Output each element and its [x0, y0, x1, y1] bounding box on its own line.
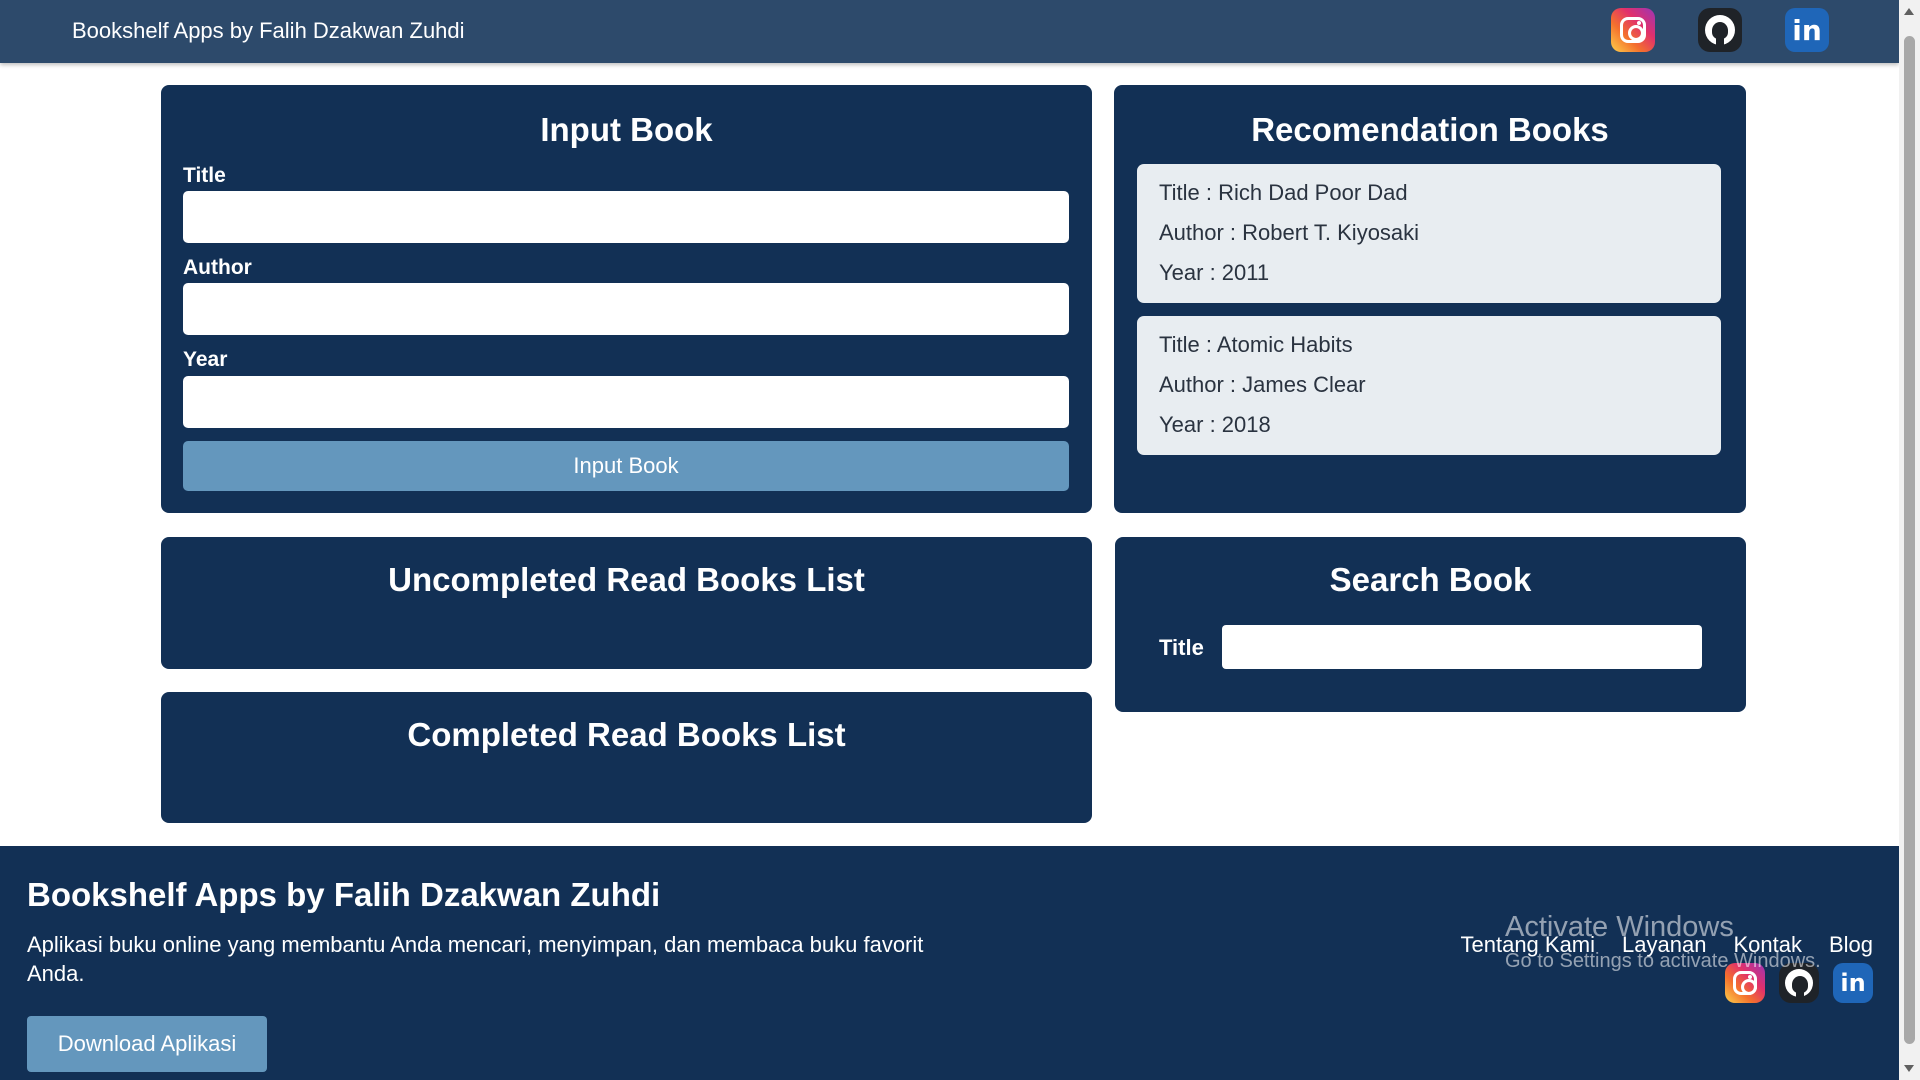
footer-description: Aplikasi buku online yang membantu Anda … — [27, 932, 924, 986]
instagram-icon[interactable] — [1725, 963, 1765, 1003]
footer-links: Tentang Kami Layanan Kontak Blog — [1461, 932, 1874, 958]
navbar-social-links: in — [1611, 8, 1829, 52]
linkedin-icon[interactable]: in — [1833, 963, 1873, 1003]
page: Bookshelf Apps by Falih Dzakwan Zuhdi in… — [0, 0, 1899, 1080]
book-title: Title : Rich Dad Poor Dad — [1159, 180, 1408, 205]
footer-link-layanan[interactable]: Layanan — [1622, 932, 1706, 958]
search-heading: Search Book — [1329, 561, 1532, 598]
input-book-heading: Input Book — [540, 111, 713, 148]
completed-heading: Completed Read Books List — [407, 716, 846, 753]
recommendation-heading: Recomendation Books — [1251, 111, 1609, 148]
footer: Bookshelf Apps by Falih Dzakwan Zuhdi Ap… — [0, 846, 1899, 1080]
search-title-label: Title — [1159, 635, 1204, 660]
search-panel: Search Book Title — [1115, 537, 1746, 712]
title-input[interactable] — [183, 191, 1069, 243]
book-title: Title : Atomic Habits — [1159, 332, 1353, 357]
book-card: Title : Rich Dad Poor Dad Author : Rober… — [1137, 164, 1721, 303]
footer-link-blog[interactable]: Blog — [1829, 932, 1873, 958]
input-book-button[interactable]: Input Book — [183, 441, 1069, 491]
scroll-down-icon[interactable] — [1904, 1065, 1914, 1072]
github-icon[interactable] — [1779, 963, 1819, 1003]
book-year: Year : 2011 — [1159, 260, 1270, 285]
download-app-button[interactable]: Download Aplikasi — [27, 1016, 267, 1072]
book-year: Year : 2018 — [1159, 412, 1271, 437]
book-card: Title : Atomic Habits Author : James Cle… — [1137, 316, 1721, 455]
footer-link-tentang-kami[interactable]: Tentang Kami — [1461, 932, 1596, 958]
author-label: Author — [183, 256, 252, 279]
footer-social-links: in — [1725, 963, 1873, 1003]
footer-title: Bookshelf Apps by Falih Dzakwan Zuhdi — [27, 876, 661, 913]
book-author: Author : Robert T. Kiyosaki — [1159, 220, 1420, 245]
footer-link-kontak[interactable]: Kontak — [1733, 932, 1802, 958]
title-label: Title — [183, 164, 226, 187]
recommendation-panel: Recomendation Books Title : Rich Dad Poo… — [1114, 85, 1746, 513]
top-navbar: Bookshelf Apps by Falih Dzakwan Zuhdi in — [0, 0, 1899, 63]
completed-list-panel: Completed Read Books List — [161, 692, 1092, 823]
linkedin-icon[interactable]: in — [1785, 8, 1829, 52]
year-label: Year — [183, 348, 228, 371]
year-input[interactable] — [183, 376, 1069, 428]
book-author: Author : James Clear — [1159, 372, 1366, 397]
vertical-scrollbar[interactable] — [1899, 0, 1920, 1080]
author-input[interactable] — [183, 283, 1069, 335]
navbar-brand[interactable]: Bookshelf Apps by Falih Dzakwan Zuhdi — [72, 18, 465, 44]
instagram-icon[interactable] — [1611, 8, 1655, 52]
search-input[interactable] — [1222, 625, 1702, 669]
scroll-up-icon[interactable] — [1904, 8, 1914, 15]
uncompleted-heading: Uncompleted Read Books List — [388, 561, 865, 598]
github-icon[interactable] — [1698, 8, 1742, 52]
uncompleted-list-panel: Uncompleted Read Books List — [161, 537, 1092, 669]
scrollbar-thumb[interactable] — [1904, 36, 1915, 1044]
input-book-panel: Input Book Title Author Year Input Book — [161, 85, 1092, 513]
